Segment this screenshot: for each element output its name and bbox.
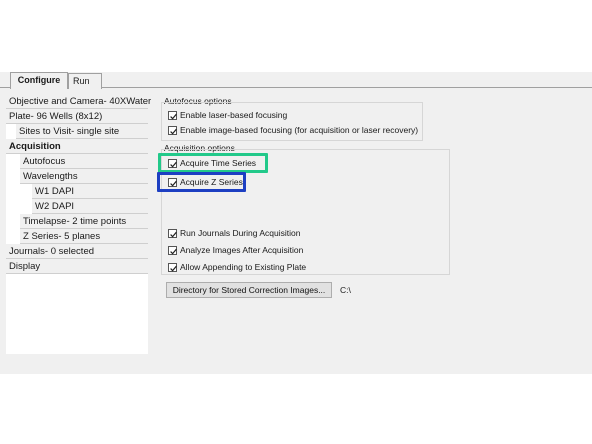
run-journals-checkbox[interactable] bbox=[168, 228, 177, 238]
sidebar-item-journals[interactable]: Journals- 0 selected bbox=[6, 244, 148, 259]
analyze-images-checkbox[interactable] bbox=[168, 245, 177, 255]
z-series-checkbox[interactable] bbox=[168, 177, 177, 187]
sidebar-item-w2-dapi[interactable]: W2 DAPI bbox=[32, 199, 148, 214]
tab-run[interactable]: Run bbox=[68, 73, 102, 89]
sidebar-item-display[interactable]: Display bbox=[6, 259, 148, 274]
checkmark-icon bbox=[170, 128, 177, 134]
checkmark-icon bbox=[170, 113, 177, 119]
time-series-checkbox[interactable] bbox=[168, 158, 177, 168]
correction-directory-button[interactable]: Directory for Stored Correction Images..… bbox=[166, 282, 332, 298]
z-series-option[interactable]: Acquire Z Series bbox=[168, 176, 243, 188]
settings-tree: Objective and Camera- 40XWater Plate- 96… bbox=[6, 94, 151, 354]
laser-focusing-option[interactable]: Enable laser-based focusing bbox=[168, 109, 287, 121]
checkmark-icon bbox=[170, 265, 177, 271]
sidebar-item-timelapse[interactable]: Timelapse- 2 time points bbox=[20, 214, 148, 229]
tab-bar: Configure Run bbox=[0, 72, 592, 89]
time-series-option[interactable]: Acquire Time Series bbox=[168, 157, 256, 169]
sidebar-item-wavelengths[interactable]: Wavelengths bbox=[20, 169, 148, 184]
analyze-images-option[interactable]: Analyze Images After Acquisition bbox=[168, 244, 303, 256]
allow-appending-option[interactable]: Allow Appending to Existing Plate bbox=[168, 261, 306, 273]
run-journals-label: Run Journals During Acquisition bbox=[180, 228, 301, 238]
checkmark-icon bbox=[170, 231, 177, 237]
sidebar-item-objective-camera[interactable]: Objective and Camera- 40XWater bbox=[6, 94, 151, 109]
allow-appending-checkbox[interactable] bbox=[168, 262, 177, 272]
sidebar-item-sites-to-visit[interactable]: Sites to Visit- single site bbox=[16, 124, 148, 139]
image-focusing-checkbox[interactable] bbox=[168, 125, 177, 135]
checkmark-icon bbox=[170, 161, 177, 167]
analyze-images-label: Analyze Images After Acquisition bbox=[180, 245, 304, 255]
checkmark-icon bbox=[170, 248, 177, 254]
acquisition-setup-window: Configure Run Objective and Camera- 40XW… bbox=[0, 72, 592, 374]
time-series-label: Acquire Time Series bbox=[180, 158, 257, 168]
sidebar-item-autofocus[interactable]: Autofocus bbox=[20, 154, 148, 169]
correction-directory-path: C:\ bbox=[340, 285, 351, 295]
sidebar-item-w1-dapi[interactable]: W1 DAPI bbox=[32, 184, 148, 199]
tab-configure[interactable]: Configure bbox=[10, 72, 68, 89]
sidebar-item-plate[interactable]: Plate- 96 Wells (8x12) bbox=[6, 109, 148, 124]
sidebar-item-z-series[interactable]: Z Series- 5 planes bbox=[20, 229, 148, 244]
allow-appending-label: Allow Appending to Existing Plate bbox=[180, 262, 307, 272]
image-focusing-option[interactable]: Enable image-based focusing (for acquisi… bbox=[168, 124, 418, 136]
laser-focusing-checkbox[interactable] bbox=[168, 110, 177, 120]
run-journals-option[interactable]: Run Journals During Acquisition bbox=[168, 227, 300, 239]
laser-focusing-label: Enable laser-based focusing bbox=[180, 110, 288, 120]
image-focusing-label: Enable image-based focusing (for acquisi… bbox=[180, 125, 419, 135]
checkmark-icon bbox=[170, 180, 177, 186]
sidebar-item-acquisition[interactable]: Acquisition bbox=[6, 139, 148, 154]
z-series-label: Acquire Z Series bbox=[180, 177, 243, 187]
